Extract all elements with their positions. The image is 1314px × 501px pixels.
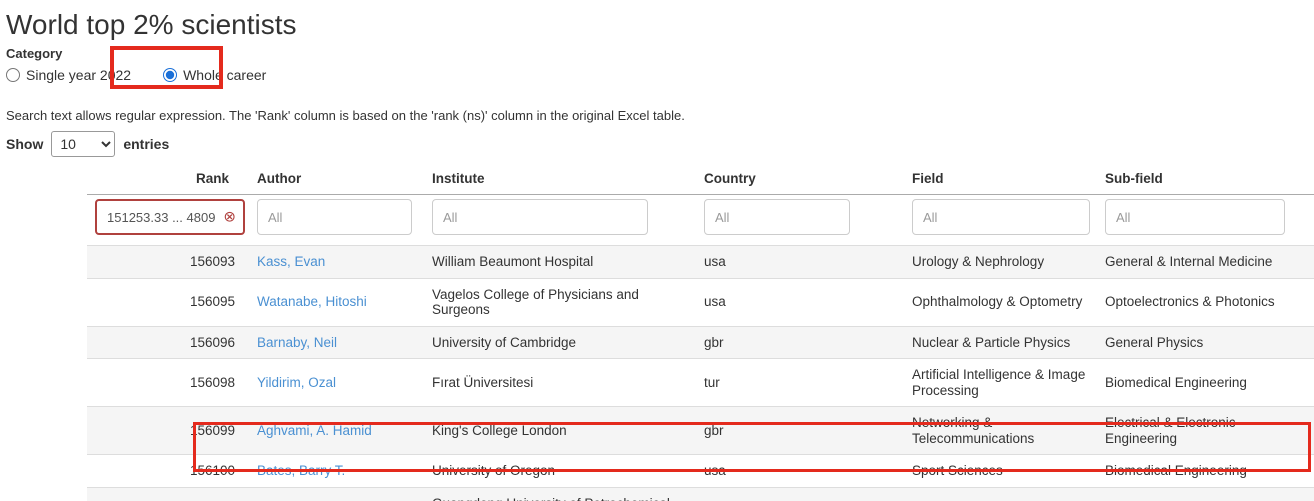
table-body: 156093 Kass, Evan William Beaumont Hospita… xyxy=(87,246,1314,501)
column-header-rank[interactable]: Rank xyxy=(87,167,249,195)
institute-filter-input[interactable] xyxy=(432,199,648,235)
category-radio-group: Single year 2022 Whole career xyxy=(6,65,1314,84)
table-header-row: Rank Author Institute Country Field Sub-… xyxy=(87,167,1314,195)
entries-control: Show 10 entries xyxy=(6,131,1314,157)
rank-cell: 156098 xyxy=(87,359,249,407)
column-header-field[interactable]: Field xyxy=(904,167,1097,195)
country-cell: usa xyxy=(696,246,904,279)
country-cell: usa xyxy=(696,278,904,326)
column-header-institute[interactable]: Institute xyxy=(424,167,696,195)
field-filter-input[interactable] xyxy=(912,199,1090,235)
author-cell: Yildirim, Ozal xyxy=(249,359,424,407)
author-link[interactable]: Yildirim, Ozal xyxy=(257,375,336,390)
institute-cell: University of Cambridge xyxy=(424,326,696,359)
subfield-cell: Optoelectronics & Photonics xyxy=(1097,278,1314,326)
institute-cell: University of Oregon xyxy=(424,455,696,488)
author-cell: Barnaby, Neil xyxy=(249,326,424,359)
table-row: 156098 Yildirim, Ozal Fırat Üniversitesitu… xyxy=(87,359,1314,407)
author-cell: Yu, Changlin xyxy=(249,487,424,501)
country-cell: tur xyxy=(696,359,904,407)
page-title: World top 2% scientists xyxy=(6,8,1314,42)
country-cell: gbr xyxy=(696,407,904,455)
field-cell: Nuclear & Particle Physics xyxy=(904,326,1097,359)
table-row: 156095 Watanabe, Hitoshi Vagelos College o… xyxy=(87,278,1314,326)
subfield-cell: Physical Chemistry xyxy=(1097,487,1314,501)
table-row: 156101Yu, ChanglinGuangdong University o… xyxy=(87,487,1314,501)
entries-select[interactable]: 10 xyxy=(51,131,115,157)
table-row: 156100 Bates, Barry T. University of Orego… xyxy=(87,455,1314,488)
rank-cell: 156099 xyxy=(87,407,249,455)
country-cell: usa xyxy=(696,455,904,488)
field-cell: Networking & Telecommunications xyxy=(904,407,1097,455)
description-text: Search text allows regular expression. T… xyxy=(6,108,1314,123)
column-header-subfield[interactable]: Sub-field xyxy=(1097,167,1314,195)
institute-cell: Vagelos College of Physicians and Surgeo… xyxy=(424,278,696,326)
rank-cell: 156096 xyxy=(87,326,249,359)
radio-single-year-label: Single year 2022 xyxy=(26,67,131,83)
subfield-cell: General Physics xyxy=(1097,326,1314,359)
table-row: 156099 Aghvami, A. Hamid King's College Lo… xyxy=(87,407,1314,455)
column-header-country[interactable]: Country xyxy=(696,167,904,195)
field-cell: Urology & Nephrology xyxy=(904,246,1097,279)
radio-single-year-input[interactable] xyxy=(6,68,20,82)
institute-cell: Fırat Üniversitesi xyxy=(424,359,696,407)
field-cell: Materials xyxy=(904,487,1097,501)
country-filter-input[interactable] xyxy=(704,199,850,235)
institute-cell: Guangdong University of Petrochemical Te… xyxy=(424,487,696,501)
show-label: Show xyxy=(6,136,43,152)
author-link[interactable]: Barnaby, Neil xyxy=(257,335,337,350)
author-cell: Watanabe, Hitoshi xyxy=(249,278,424,326)
field-cell: Ophthalmology & Optometry xyxy=(904,278,1097,326)
subfield-cell: Biomedical Engineering xyxy=(1097,359,1314,407)
scientists-table-container: Rank Author Institute Country Field Sub-… xyxy=(87,167,1314,501)
author-link[interactable]: Bates, Barry T. xyxy=(257,463,345,478)
subfield-cell: Electrical & Electronic Engineering xyxy=(1097,407,1314,455)
country-cell: gbr xyxy=(696,326,904,359)
rank-cell: 156095 xyxy=(87,278,249,326)
rank-cell: 156100 xyxy=(87,455,249,488)
author-cell: Aghvami, A. Hamid xyxy=(249,407,424,455)
category-label: Category xyxy=(6,46,1314,62)
radio-whole-career-label: Whole career xyxy=(183,67,266,83)
rank-cell: 156101 xyxy=(87,487,249,501)
country-cell: chn xyxy=(696,487,904,501)
scientists-table: Rank Author Institute Country Field Sub-… xyxy=(87,167,1314,501)
author-filter-input[interactable] xyxy=(257,199,412,235)
author-link[interactable]: Aghvami, A. Hamid xyxy=(257,423,372,438)
rank-filter-wrap: ⊗ xyxy=(95,199,245,235)
institute-cell: William Beaumont Hospital xyxy=(424,246,696,279)
author-cell: Bates, Barry T. xyxy=(249,455,424,488)
table-filter-row: ⊗ xyxy=(87,195,1314,246)
table-row: 156096 Barnaby, Neil University of Cambrid… xyxy=(87,326,1314,359)
author-link[interactable]: Kass, Evan xyxy=(257,254,325,269)
field-cell: Sport Sciences xyxy=(904,455,1097,488)
field-cell: Artificial Intelligence & Image Processi… xyxy=(904,359,1097,407)
radio-whole-career-input[interactable] xyxy=(163,68,177,82)
radio-single-year[interactable]: Single year 2022 xyxy=(6,67,131,83)
subfield-filter-input[interactable] xyxy=(1105,199,1285,235)
table-row: 156093 Kass, Evan William Beaumont Hospita… xyxy=(87,246,1314,279)
rank-cell: 156093 xyxy=(87,246,249,279)
subfield-cell: Biomedical Engineering xyxy=(1097,455,1314,488)
entries-label: entries xyxy=(123,136,169,152)
institute-cell: King's College London xyxy=(424,407,696,455)
author-cell: Kass, Evan xyxy=(249,246,424,279)
column-header-author[interactable]: Author xyxy=(249,167,424,195)
clear-filter-icon[interactable]: ⊗ xyxy=(223,210,236,225)
subfield-cell: General & Internal Medicine xyxy=(1097,246,1314,279)
author-link[interactable]: Watanabe, Hitoshi xyxy=(257,294,367,309)
radio-whole-career[interactable]: Whole career xyxy=(163,67,266,83)
